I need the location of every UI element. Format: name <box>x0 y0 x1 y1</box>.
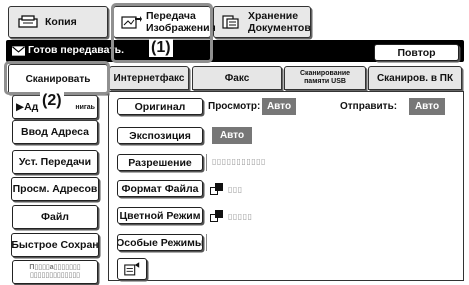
callout-label-2: (2) <box>40 92 64 110</box>
sidebar-item-address-book-label: ▶Ад <box>16 101 39 113</box>
file-format-value: ▯▯▯ <box>228 185 243 194</box>
special-modes-divider <box>206 234 208 251</box>
copier-icon <box>18 15 38 28</box>
sidebar-item-program[interactable]: П▯▯▯▯а▯▯▯▯▯▯▯ ▯▯▯▯▯▯▯▯▯▯▯▯▯ <box>12 260 98 284</box>
color-mode-button[interactable]: Цветной Режим <box>117 207 203 224</box>
tab-usb-memory-scan-label: Сканирование памяти USB <box>299 70 351 85</box>
exposure-button[interactable]: Экспозиция <box>117 127 203 144</box>
tab-fax[interactable]: Факс <box>192 66 282 90</box>
resolution-button[interactable]: Разрешение <box>117 154 203 171</box>
tab-storage-line1: Хранение <box>248 10 299 22</box>
sidebar-item-file[interactable]: Файл <box>12 205 98 229</box>
color-mode-value: ▯▯▯▯▯ <box>228 212 253 221</box>
send-label: Отправить: <box>340 101 398 112</box>
color-mode-icon <box>210 210 224 222</box>
program-icon-button[interactable] <box>117 258 147 280</box>
file-format-icon <box>210 183 224 195</box>
tab-usb-memory-scan[interactable]: Сканирование памяти USB <box>284 66 366 90</box>
resolution-value: ▯▯▯▯▯▯▯▯▯▯▯ <box>212 157 266 166</box>
callout-label-1: (1) <box>149 39 173 57</box>
preview-value: Авто <box>262 98 296 115</box>
tab-copy[interactable]: Копия <box>8 6 108 38</box>
tab-scan-to-pc[interactable]: Сканиров. в ПК <box>368 66 462 90</box>
document-storage-icon <box>222 15 239 29</box>
tab-document-storage[interactable]: Хранение Документов <box>213 6 311 38</box>
tab-storage-line2: Документов <box>248 22 311 34</box>
tab-internet-fax[interactable]: Интернетфакс <box>109 66 189 90</box>
envelope-icon <box>12 46 25 56</box>
exposure-value: Авто <box>212 127 252 144</box>
sidebar-item-program-line1: П▯▯▯▯а▯▯▯▯▯▯▯ <box>29 264 81 271</box>
send-value: Авто <box>409 98 445 115</box>
status-text: Готов передавать. <box>28 44 124 56</box>
original-button[interactable]: Оригинал <box>117 98 203 115</box>
tab-copy-label: Копия <box>45 16 77 28</box>
repeat-button[interactable]: Повтор <box>374 44 459 61</box>
callout-frame-2 <box>4 61 110 95</box>
program-icon <box>124 261 140 275</box>
preview-label: Просмотр: <box>208 101 261 112</box>
sidebar-item-address-book-tail: нигаь <box>75 103 95 111</box>
sidebar-item-address-entry[interactable]: Ввод Адреса <box>12 120 98 144</box>
sidebar-item-quick-file[interactable]: Быстрое Сохран <box>11 233 99 257</box>
sidebar-item-send-settings[interactable]: Уст. Передачи <box>12 150 98 174</box>
resolution-divider <box>206 154 208 171</box>
special-modes-button[interactable]: Особые Режимы <box>117 234 203 251</box>
sidebar-item-program-line2: ▯▯▯▯▯▯▯▯▯▯▯▯▯ <box>29 272 81 279</box>
sidebar-item-address-review[interactable]: Просм. Адресов <box>11 177 99 201</box>
file-format-button[interactable]: Формат Файла <box>117 180 203 197</box>
